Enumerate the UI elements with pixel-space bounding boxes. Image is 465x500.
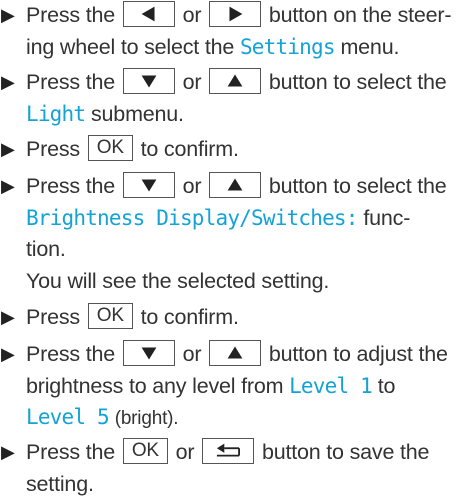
step-6: ▶ Press the or button to adjust the brig… xyxy=(0,339,465,435)
step-text: func- xyxy=(363,206,410,230)
step-3: ▶ Press OK to confirm. xyxy=(0,134,465,166)
arrow-down-icon xyxy=(123,172,175,198)
step-1-line-2: ing wheel to select the Settings menu. xyxy=(26,32,465,64)
arrow-up-icon xyxy=(209,172,261,198)
step-text: menu. xyxy=(340,35,399,59)
level-min: Level 1 xyxy=(289,374,372,398)
arrow-up-icon xyxy=(209,68,261,94)
step-text: button to select the xyxy=(269,70,447,94)
step-text: Press the xyxy=(26,174,115,198)
step-text: button to adjust the xyxy=(269,342,448,366)
step-text: Press the xyxy=(26,342,115,366)
step-text: brightness to any level from xyxy=(26,374,283,398)
arrow-left-icon xyxy=(123,1,175,27)
step-2-line-1: Press the or button to select the xyxy=(26,67,465,99)
step-4-line-2: Brightness Display/Switches: func- xyxy=(26,203,465,235)
arrow-up-icon xyxy=(209,340,261,366)
step-text: or xyxy=(183,3,202,27)
instruction-page: ▶ Press the or button on the steer- ing … xyxy=(0,0,465,492)
menu-name: Settings xyxy=(240,35,335,59)
arrow-down-icon xyxy=(123,340,175,366)
step-text: or xyxy=(183,174,202,198)
bullet-icon: ▶ xyxy=(1,171,15,203)
step-text: Press the xyxy=(26,3,115,27)
step-text: or xyxy=(183,342,202,366)
step-text: tion. xyxy=(26,237,66,261)
step-text: Press xyxy=(26,137,80,161)
step-5-line-1: Press OK to confirm. xyxy=(26,302,465,334)
arrow-right-icon xyxy=(209,1,261,27)
bullet-icon: ▶ xyxy=(1,0,15,32)
bullet-icon: ▶ xyxy=(1,339,15,371)
bullet-icon: ▶ xyxy=(1,437,15,469)
step-2-line-2: Light submenu. xyxy=(26,99,465,131)
step-text: button to save the xyxy=(262,440,429,464)
submenu-name: Light xyxy=(26,102,85,126)
step-4-line-3: tion. xyxy=(26,234,465,266)
step-text: to confirm. xyxy=(141,137,239,161)
step-6-line-1: Press the or button to adjust the xyxy=(26,339,465,371)
step-text: submenu. xyxy=(91,102,184,126)
step-text: (bright). xyxy=(115,408,179,429)
step-7: ▶ Press the OK or button to save the set… xyxy=(0,437,465,500)
step-text: to confirm. xyxy=(141,305,239,329)
bullet-icon: ▶ xyxy=(1,67,15,99)
back-icon xyxy=(202,438,254,464)
ok-key: OK xyxy=(123,438,168,464)
function-name: Brightness Display/Switches: xyxy=(26,206,358,230)
step-2: ▶ Press the or button to select the Ligh… xyxy=(0,67,465,130)
step-text: Press the xyxy=(26,440,115,464)
level-max: Level 5 xyxy=(26,405,109,429)
step-5: ▶ Press OK to confirm. xyxy=(0,302,465,334)
ok-key: OK xyxy=(88,135,133,161)
step-7-line-1: Press the OK or button to save the xyxy=(26,437,465,469)
step-4-line-1: Press the or button to select the xyxy=(26,171,465,203)
step-note: You will see the selected setting. xyxy=(26,269,329,293)
step-1: ▶ Press the or button on the steer- ing … xyxy=(0,0,465,63)
step-text: or xyxy=(176,440,195,464)
step-6-line-2: brightness to any level from Level 1 to xyxy=(26,371,465,403)
step-7-line-2: setting. xyxy=(26,469,465,500)
step-text: button to select the xyxy=(269,174,447,198)
step-6-line-3: Level 5 (bright). xyxy=(26,402,465,435)
bullet-icon: ▶ xyxy=(1,302,15,334)
step-text: or xyxy=(183,70,202,94)
step-3-line-1: Press OK to confirm. xyxy=(26,134,465,166)
step-text: Press xyxy=(26,305,80,329)
step-text: to xyxy=(378,374,396,398)
arrow-down-icon xyxy=(123,68,175,94)
ok-key: OK xyxy=(88,303,133,329)
step-text: button on the steer- xyxy=(269,3,451,27)
step-text: ing wheel to select the xyxy=(26,35,234,59)
step-1-line-1: Press the or button on the steer- xyxy=(26,0,465,32)
bullet-icon: ▶ xyxy=(1,134,15,166)
step-4-line-4: You will see the selected setting. xyxy=(26,266,465,298)
step-text: Press the xyxy=(26,70,115,94)
step-4: ▶ Press the or button to select the Brig… xyxy=(0,171,465,297)
